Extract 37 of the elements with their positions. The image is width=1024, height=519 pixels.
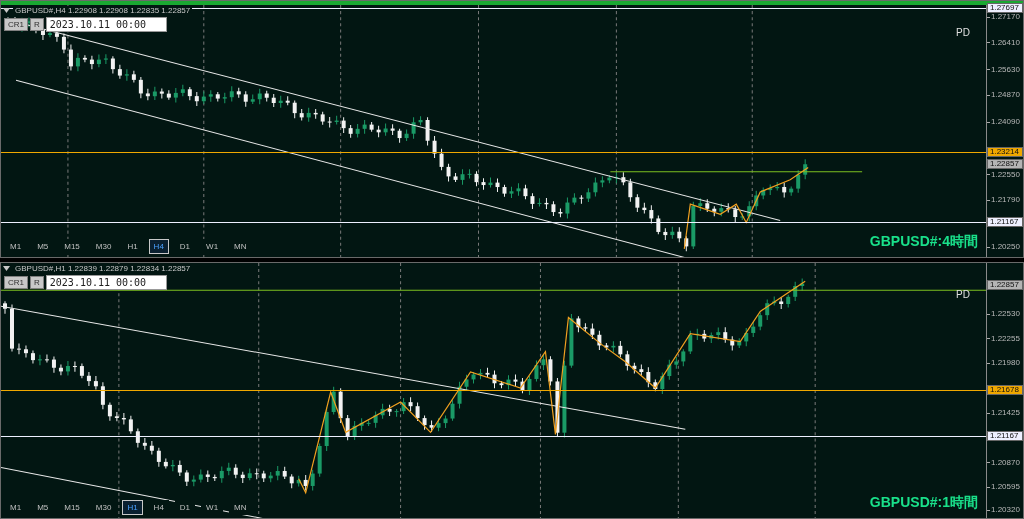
chart-label: PD [956, 289, 970, 300]
date-field[interactable]: 2023.10.11 00:00 [45, 275, 167, 290]
date-field[interactable]: 2023.10.11 00:00 [45, 17, 167, 32]
axis-label: 1.20250 [991, 243, 1020, 251]
price-tag: 1.22857 [987, 279, 1023, 290]
chart-title: GBPUSD#:4時間 [869, 233, 978, 251]
chart-header: GBPUSD#,H1 1.22839 1.22879 1.22834 1.22857 [13, 264, 193, 273]
axis-label: 1.21980 [991, 359, 1020, 368]
toolbar-button[interactable]: CR1 [4, 18, 28, 31]
timeframe-tab[interactable]: H1 [122, 500, 143, 515]
chart-label: PD [956, 27, 970, 38]
axis-label: 1.24090 [991, 118, 1020, 127]
axis-label: 1.21425 [991, 409, 1020, 417]
axis-label: 1.20870 [991, 458, 1020, 467]
axis-label: 1.22550 [991, 170, 1020, 179]
price-tag: 1.23214 [987, 146, 1023, 157]
axis-label: 1.26410 [991, 38, 1020, 47]
dropdown-icon[interactable] [3, 266, 10, 271]
axis-label: 1.21790 [991, 196, 1020, 205]
toolbar-button[interactable]: R [30, 18, 44, 31]
price-tag: 1.21167 [987, 431, 1023, 442]
price-tag: 1.21167 [987, 216, 1023, 227]
axis-label: 1.20595 [991, 483, 1020, 492]
axis-label: 1.20320 [991, 506, 1020, 514]
chart-title: GBPUSD#:1時間 [869, 494, 978, 512]
price-tag: 1.27697 [987, 3, 1023, 13]
axis-label: 1.22255 [991, 334, 1020, 343]
chart-header: GBPUSD#,H4 1.22908 1.22908 1.22835 1.22857 [13, 6, 193, 15]
axis-label: 1.22530 [991, 310, 1020, 318]
axis-label: 1.25630 [991, 65, 1020, 74]
toolbar-button[interactable]: R [30, 276, 44, 289]
price-tag: 1.22857 [987, 159, 1023, 170]
price-tag: 1.21678 [987, 385, 1023, 396]
toolbar-button[interactable]: CR1 [4, 276, 28, 289]
axis-label: 1.24870 [991, 91, 1020, 100]
axis-label: 1.27170 [991, 13, 1020, 21]
timeframe-tab[interactable]: H4 [148, 239, 169, 254]
